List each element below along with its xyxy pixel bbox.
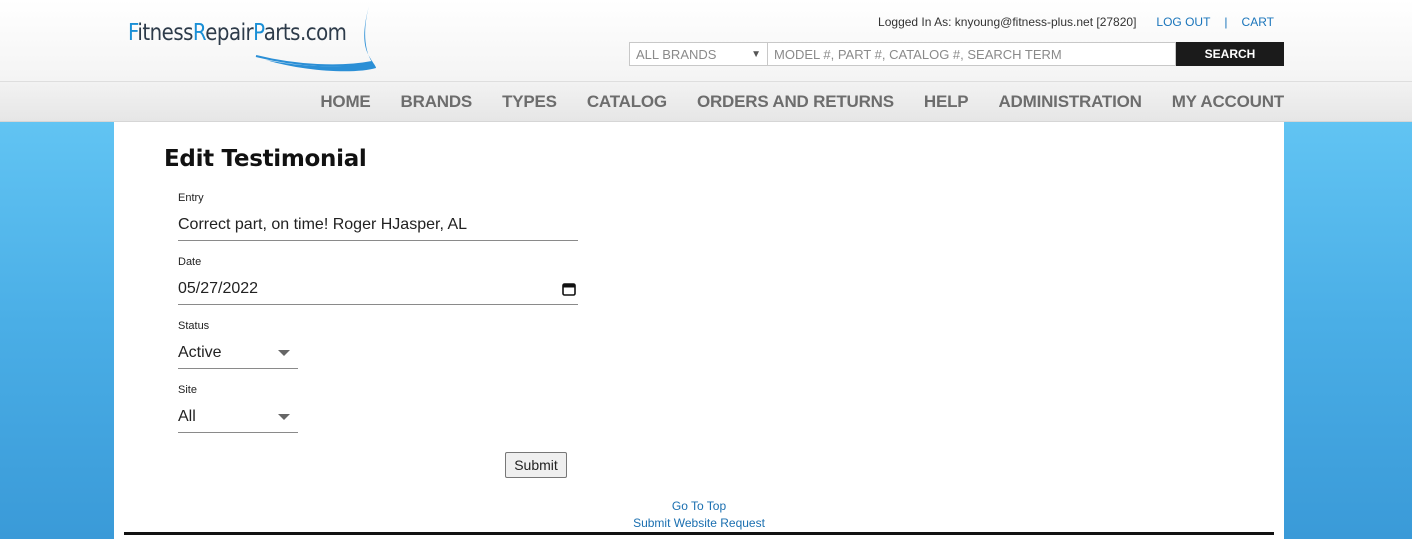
- logout-link[interactable]: LOG OUT: [1156, 15, 1210, 29]
- nav-administration[interactable]: ADMINISTRATION: [998, 92, 1141, 112]
- dropdown-arrow-icon: [278, 349, 290, 356]
- entry-label: Entry: [178, 192, 204, 204]
- submit-website-request-link[interactable]: Submit Website Request: [114, 515, 1284, 532]
- calendar-icon[interactable]: [562, 282, 576, 296]
- logged-in-text: Logged In As: knyoung@fitness-plus.net […: [878, 15, 1137, 29]
- nav-home[interactable]: HOME: [320, 92, 370, 112]
- search-input[interactable]: [768, 42, 1176, 66]
- chevron-down-icon: ▼: [751, 48, 761, 60]
- link-separator: |: [1224, 15, 1228, 29]
- date-value: 05/27/2022: [178, 279, 259, 297]
- nav-orders-and-returns[interactable]: ORDERS AND RETURNS: [697, 92, 894, 112]
- nav-my-account[interactable]: MY ACCOUNT: [1172, 92, 1284, 112]
- site-field-group: Site All: [178, 384, 298, 433]
- search-bar: ALL BRANDS ▼ SEARCH: [629, 42, 1284, 66]
- site-value: All: [178, 407, 196, 425]
- date-input[interactable]: 05/27/2022: [178, 275, 578, 305]
- date-field-group: Date 05/27/2022: [178, 256, 578, 305]
- nav-types[interactable]: TYPES: [502, 92, 557, 112]
- search-button[interactable]: SEARCH: [1176, 42, 1284, 66]
- footer-divider: [124, 532, 1274, 535]
- page-title: Edit Testimonial: [164, 146, 367, 172]
- status-label: Status: [178, 320, 210, 332]
- brand-select[interactable]: ALL BRANDS ▼: [629, 42, 768, 66]
- entry-field-group: Entry Correct part, on time! Roger HJasp…: [178, 192, 578, 241]
- footer-links: Go To Top Submit Website Request: [114, 498, 1284, 532]
- nav-brands[interactable]: BRANDS: [401, 92, 473, 112]
- site-select[interactable]: All: [178, 403, 298, 433]
- main-nav: HOME BRANDS TYPES CATALOG ORDERS AND RET…: [290, 82, 1284, 122]
- site-header: FitnessRepairParts.com Logged In As: kny…: [0, 0, 1412, 82]
- logo-wordmark: FitnessRepairParts.com: [128, 20, 347, 46]
- main-content: Edit Testimonial Entry Correct part, on …: [114, 122, 1284, 539]
- dropdown-arrow-icon: [278, 413, 290, 420]
- submit-button[interactable]: Submit: [505, 452, 567, 478]
- nav-catalog[interactable]: CATALOG: [587, 92, 667, 112]
- entry-value: Correct part, on time! Roger HJasper, AL: [178, 215, 468, 233]
- brand-select-value: ALL BRANDS: [636, 46, 717, 62]
- entry-input[interactable]: Correct part, on time! Roger HJasper, AL: [178, 211, 578, 241]
- status-field-group: Status Active: [178, 320, 298, 369]
- status-select[interactable]: Active: [178, 339, 298, 369]
- account-bar: Logged In As: knyoung@fitness-plus.net […: [878, 14, 1274, 30]
- status-value: Active: [178, 343, 222, 361]
- go-to-top-link[interactable]: Go To Top: [114, 498, 1284, 515]
- main-nav-bar: HOME BRANDS TYPES CATALOG ORDERS AND RET…: [0, 82, 1412, 122]
- cart-link[interactable]: CART: [1242, 15, 1274, 29]
- site-label: Site: [178, 384, 197, 396]
- nav-help[interactable]: HELP: [924, 92, 969, 112]
- site-logo[interactable]: FitnessRepairParts.com: [126, 4, 382, 74]
- date-label: Date: [178, 256, 202, 268]
